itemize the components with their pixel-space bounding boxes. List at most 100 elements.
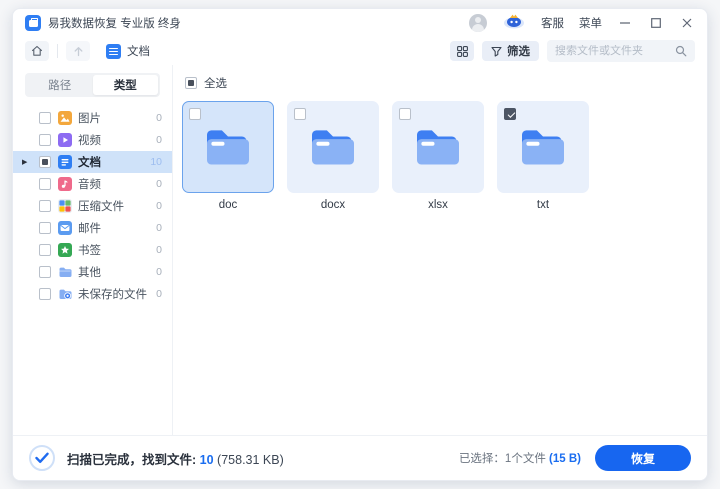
app-title: 易我数据恢复 专业版 终身 bbox=[48, 15, 181, 31]
folder-card-docx[interactable]: docx bbox=[287, 101, 379, 211]
sidebar: 路径 类型 图片0视频0▶文档10音频0压缩文件0邮件0书签0其他0未保存的文件… bbox=[13, 65, 173, 435]
folder-card-txt[interactable]: txt bbox=[497, 101, 589, 211]
sidebar-item-label: 视频 bbox=[78, 132, 101, 148]
folder-name: doc bbox=[182, 199, 274, 211]
folder-tile[interactable] bbox=[182, 101, 274, 193]
home-button[interactable] bbox=[25, 41, 49, 61]
sidebar-item-bookmark[interactable]: 书签 0 bbox=[13, 239, 172, 261]
folder-name: xlsx bbox=[392, 199, 484, 211]
sidebar-item-label: 音频 bbox=[78, 176, 101, 192]
up-button[interactable] bbox=[66, 41, 90, 61]
sidebar-list: 图片0视频0▶文档10音频0压缩文件0邮件0书签0其他0未保存的文件0 bbox=[13, 107, 172, 305]
checkbox[interactable] bbox=[189, 108, 201, 120]
checkbox[interactable] bbox=[39, 222, 51, 234]
arrow-up-icon bbox=[73, 46, 84, 57]
folder-tile[interactable] bbox=[392, 101, 484, 193]
folder-icon bbox=[305, 124, 361, 170]
checkbox[interactable] bbox=[39, 134, 51, 146]
item-count: 10 bbox=[150, 156, 162, 168]
checkbox[interactable] bbox=[504, 108, 516, 120]
folder-tile[interactable] bbox=[287, 101, 379, 193]
maximize-button[interactable] bbox=[648, 15, 664, 31]
found-size: (758.31 KB) bbox=[217, 453, 284, 467]
sidebar-item-label: 压缩文件 bbox=[78, 198, 124, 214]
menu-button[interactable]: 菜单 bbox=[579, 15, 602, 31]
toolbar: 文档 筛选 bbox=[13, 37, 707, 65]
checkbox[interactable] bbox=[39, 200, 51, 212]
folder-card-xlsx[interactable]: xlsx bbox=[392, 101, 484, 211]
sidebar-item-video[interactable]: 视频 0 bbox=[13, 129, 172, 151]
folder-card-doc[interactable]: doc bbox=[182, 101, 274, 211]
grid-view-button[interactable] bbox=[450, 41, 474, 61]
sidebar-item-mail[interactable]: 邮件0 bbox=[13, 217, 172, 239]
mail-icon bbox=[58, 221, 72, 235]
support-button[interactable]: 客服 bbox=[541, 15, 564, 31]
grid-icon bbox=[457, 46, 468, 57]
bookmark-icon bbox=[58, 243, 72, 257]
audio-icon bbox=[58, 177, 72, 191]
unsaved-icon bbox=[58, 287, 72, 301]
tab-path[interactable]: 路径 bbox=[27, 75, 93, 95]
sidebar-tabs: 路径 类型 bbox=[25, 73, 160, 97]
select-all-label: 全选 bbox=[204, 75, 227, 91]
folder-tile[interactable] bbox=[497, 101, 589, 193]
found-count: 10 bbox=[200, 453, 214, 467]
checkbox[interactable] bbox=[39, 288, 51, 300]
sidebar-item-audio[interactable]: 音频0 bbox=[13, 173, 172, 195]
folder-icon bbox=[58, 265, 72, 279]
item-count: 0 bbox=[156, 222, 162, 234]
select-all-row[interactable]: 全选 bbox=[173, 65, 707, 91]
vip-mascot-icon[interactable] bbox=[502, 12, 526, 34]
folder-icon bbox=[200, 124, 256, 170]
checkbox[interactable] bbox=[39, 112, 51, 124]
sidebar-item-image[interactable]: 图片 0 bbox=[13, 107, 172, 129]
breadcrumb-label: 文档 bbox=[127, 43, 150, 59]
sidebar-item-other[interactable]: 其他 0 bbox=[13, 261, 172, 283]
sidebar-item-archive[interactable]: 压缩文件 0 bbox=[13, 195, 172, 217]
titlebar: 易我数据恢复 专业版 终身 客服 菜单 bbox=[13, 9, 707, 37]
user-avatar[interactable] bbox=[469, 14, 487, 32]
recover-button[interactable]: 恢复 bbox=[595, 445, 691, 471]
video-icon bbox=[58, 133, 72, 147]
sidebar-item-unsaved[interactable]: 未保存的文件0 bbox=[13, 283, 172, 305]
close-button[interactable] bbox=[679, 15, 695, 31]
folder-icon bbox=[515, 124, 571, 170]
sidebar-item-label: 书签 bbox=[78, 242, 101, 258]
checkbox[interactable] bbox=[39, 266, 51, 278]
select-all-checkbox[interactable] bbox=[185, 77, 197, 89]
item-count: 0 bbox=[156, 112, 162, 124]
app-window: 易我数据恢复 专业版 终身 客服 菜单 bbox=[12, 8, 708, 481]
search-icon[interactable] bbox=[675, 45, 687, 57]
home-icon bbox=[31, 45, 43, 57]
app-logo-icon bbox=[25, 15, 41, 31]
checkbox[interactable] bbox=[39, 178, 51, 190]
file-grid-panel: 全选 doc docx xlsx txt bbox=[173, 65, 707, 435]
folder-name: txt bbox=[497, 199, 589, 211]
sidebar-item-label: 其他 bbox=[78, 264, 101, 280]
breadcrumb: 文档 bbox=[106, 43, 150, 59]
checkbox[interactable] bbox=[39, 244, 51, 256]
selection-summary: 已选择：1个文件 (15 B) bbox=[459, 450, 581, 466]
checkbox[interactable] bbox=[399, 108, 411, 120]
sidebar-item-document[interactable]: ▶文档10 bbox=[13, 151, 172, 173]
checkbox[interactable] bbox=[294, 108, 306, 120]
item-count: 0 bbox=[156, 200, 162, 212]
search-input[interactable] bbox=[555, 45, 669, 57]
item-count: 0 bbox=[156, 266, 162, 278]
item-count: 0 bbox=[156, 244, 162, 256]
tab-type[interactable]: 类型 bbox=[93, 75, 159, 95]
statusbar: 扫描已完成，找到文件: 10 (758.31 KB) 已选择：1个文件 (15 … bbox=[13, 435, 707, 480]
search-box[interactable] bbox=[547, 40, 695, 62]
selection-size: (15 B) bbox=[549, 453, 581, 465]
filter-button[interactable]: 筛选 bbox=[482, 41, 539, 61]
document-icon bbox=[58, 155, 72, 169]
item-count: 0 bbox=[156, 134, 162, 146]
minimize-button[interactable] bbox=[617, 15, 633, 31]
sidebar-item-label: 图片 bbox=[78, 110, 101, 126]
scan-status-text: 扫描已完成，找到文件: 10 (758.31 KB) bbox=[67, 449, 284, 468]
folder-icon bbox=[410, 124, 466, 170]
folder-cards: doc docx xlsx txt bbox=[182, 101, 589, 211]
checkbox[interactable] bbox=[39, 156, 51, 168]
funnel-icon bbox=[491, 46, 502, 57]
expand-arrow-icon[interactable]: ▶ bbox=[22, 158, 27, 166]
